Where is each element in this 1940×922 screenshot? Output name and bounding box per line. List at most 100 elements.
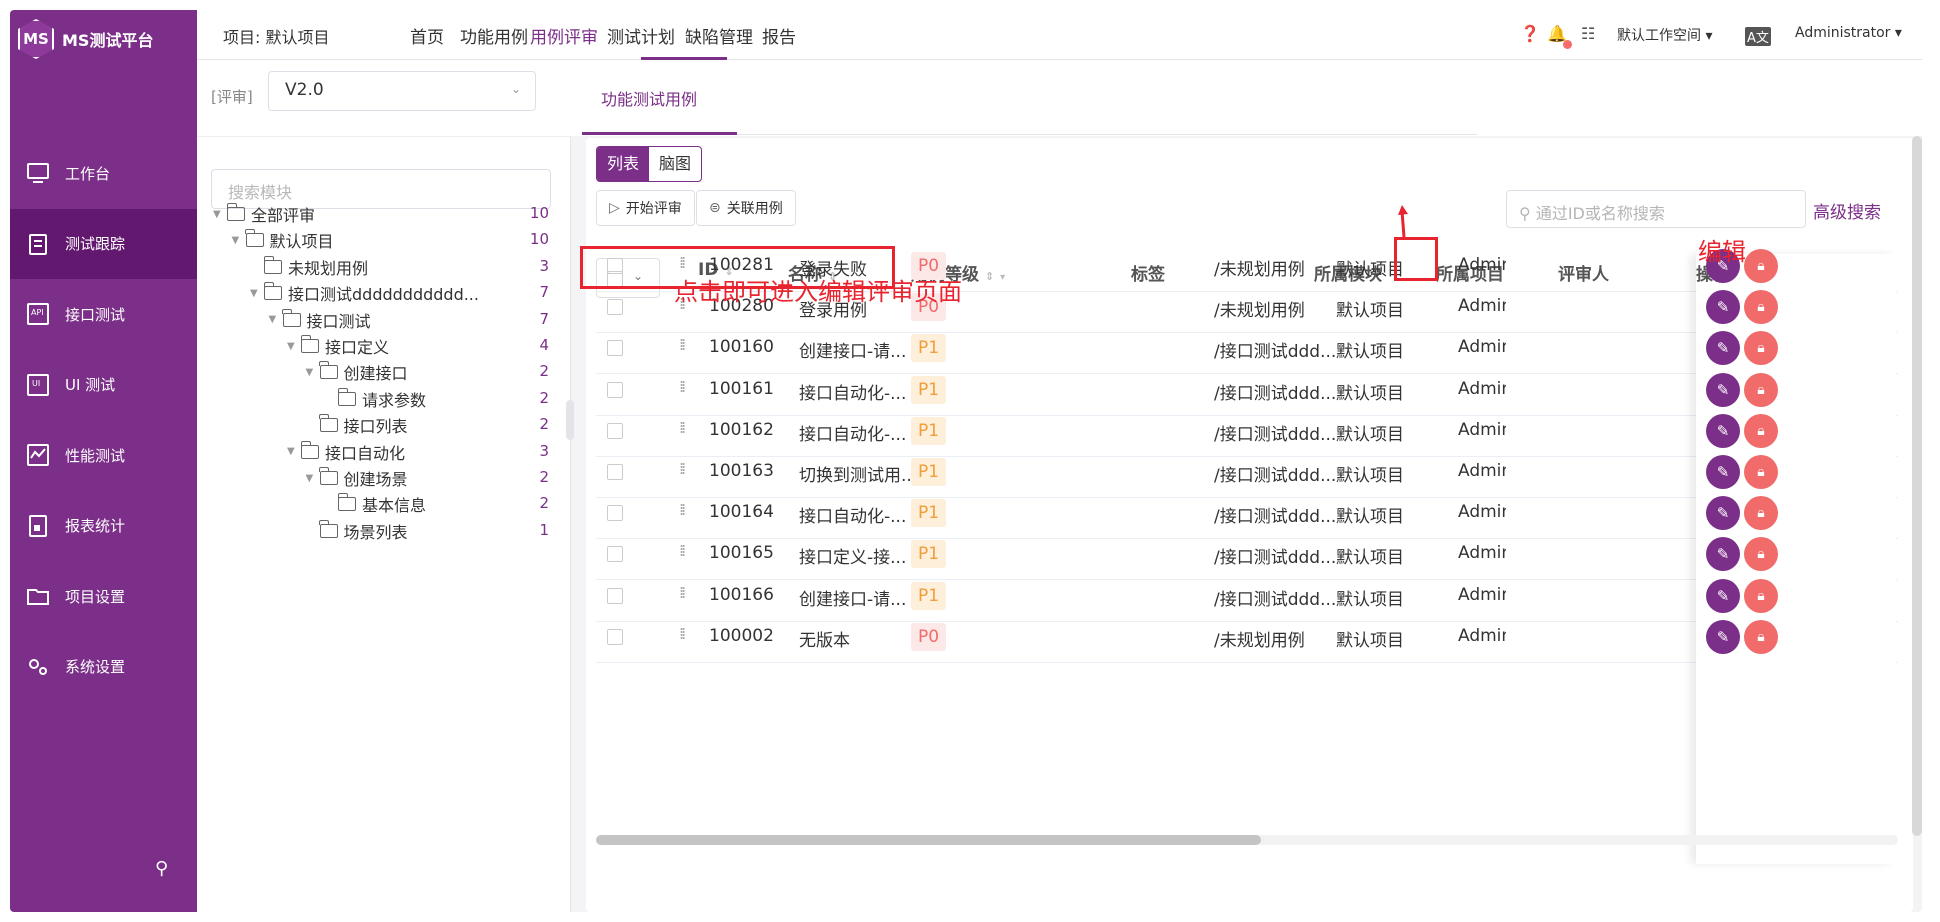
tree-node[interactable]: ▼ 接口测试ddddddddddd... xyxy=(250,280,479,306)
case-name[interactable]: 接口自动化-... xyxy=(799,502,919,527)
row-checkbox[interactable] xyxy=(607,422,623,439)
tree-node[interactable]: 基本信息 xyxy=(324,491,426,517)
workspace-selector[interactable]: 默认工作空间 ▾ xyxy=(1617,25,1712,45)
drag-handle-icon[interactable]: ⁞⁞ xyxy=(679,418,686,437)
top-nav-item[interactable]: 功能用例 xyxy=(460,23,528,48)
row-checkbox[interactable] xyxy=(607,546,623,563)
lock-button[interactable]: 🔒︎ xyxy=(1744,496,1778,531)
drag-handle-icon[interactable]: ⁞⁞ xyxy=(679,500,686,519)
edit-button[interactable]: ✎ xyxy=(1706,290,1740,325)
help-icon[interactable]: ❓ xyxy=(1520,24,1540,43)
caret-icon[interactable]: ▼ xyxy=(213,209,227,220)
case-name[interactable]: 接口自动化-... xyxy=(799,379,919,404)
edit-button[interactable]: ✎ xyxy=(1706,413,1740,448)
row-checkbox[interactable] xyxy=(607,464,623,480)
row-checkbox[interactable] xyxy=(607,628,623,645)
lock-button[interactable]: 🔒︎ xyxy=(1744,578,1778,613)
lock-button[interactable]: 🔒︎ xyxy=(1744,455,1778,489)
horizontal-scrollbar[interactable] xyxy=(596,835,1898,845)
drag-handle-icon[interactable]: ⁞⁞ xyxy=(679,541,686,560)
start-review-button[interactable]: ▷ 开始评审 xyxy=(596,190,695,226)
vertical-scrollbar[interactable] xyxy=(1912,136,1922,836)
lock-button[interactable]: 🔒︎ xyxy=(1744,413,1778,448)
top-nav-item[interactable]: 首页 xyxy=(410,23,444,48)
tree-node[interactable]: 请求参数 xyxy=(324,386,426,412)
edit-button[interactable]: ✎ xyxy=(1706,619,1740,654)
lock-button[interactable]: 🔒︎ xyxy=(1744,619,1778,654)
tree-node[interactable]: ▼ 默认项目 xyxy=(232,227,334,253)
caret-icon[interactable]: ▼ xyxy=(306,473,320,484)
top-nav-item[interactable]: 测试计划 xyxy=(607,23,675,48)
sidebar-item[interactable]: 报表统计 xyxy=(10,491,197,561)
lock-button[interactable]: 🔒︎ xyxy=(1744,331,1778,366)
drag-handle-icon[interactable]: ⁞⁞ xyxy=(679,624,686,643)
case-name[interactable]: 无版本 xyxy=(799,626,919,651)
edit-button[interactable]: ✎ xyxy=(1706,372,1740,407)
drag-handle-icon[interactable]: ⁞⁞ xyxy=(679,583,686,602)
row-checkbox[interactable] xyxy=(607,381,623,398)
drag-handle-icon[interactable]: ⁞⁞ xyxy=(679,377,686,396)
row-checkbox[interactable] xyxy=(607,587,623,604)
lock-button[interactable]: 🔒︎ xyxy=(1744,372,1778,407)
tree-node[interactable]: 场景列表 xyxy=(306,518,408,544)
lock-button[interactable]: 🔒︎ xyxy=(1744,537,1778,572)
relate-case-button[interactable]: ⊜ 关联用例 xyxy=(696,190,796,226)
sidebar-item[interactable]: 测试跟踪 xyxy=(10,208,197,279)
lock-button[interactable]: 🔒︎ xyxy=(1744,290,1778,325)
lock-button[interactable]: 🔒︎ xyxy=(1744,249,1778,283)
tree-node[interactable]: ▼ 创建场景 xyxy=(306,465,408,491)
user-menu[interactable]: Administrator ▾ xyxy=(1795,25,1902,41)
version-select[interactable]: V2.0 ⌄ xyxy=(268,71,536,111)
tree-node[interactable]: 未规划用例 xyxy=(250,254,368,280)
sidebar-item[interactable]: 性能测试 xyxy=(10,420,197,490)
tree-node[interactable]: ▼ 接口自动化 xyxy=(287,439,405,465)
panel-resize-handle[interactable] xyxy=(566,400,574,440)
tree-node[interactable]: ▼ 接口测试 xyxy=(269,307,371,333)
tree-node[interactable]: ▼ 接口定义 xyxy=(287,333,389,359)
case-name[interactable]: 接口自动化-... xyxy=(799,420,919,445)
case-search-input[interactable]: ⚲ 通过ID或名称搜索 xyxy=(1506,190,1806,228)
tab-functional-cases[interactable]: 功能测试用例 xyxy=(601,86,697,110)
task-list-icon[interactable]: ☷ xyxy=(1581,24,1595,43)
drag-handle-icon[interactable]: ⁞⁞ xyxy=(679,335,686,354)
pin-icon[interactable]: ⚲ xyxy=(155,858,168,879)
caret-icon[interactable]: ▼ xyxy=(287,446,301,457)
view-mind-button[interactable]: 脑图 xyxy=(649,147,701,181)
logo[interactable]: MS MS测试平台 xyxy=(18,16,153,62)
sidebar-item[interactable]: 工作台 xyxy=(10,138,197,208)
tree-node[interactable]: ▼ 全部评审 xyxy=(213,201,315,227)
edit-button[interactable]: ✎ xyxy=(1706,455,1740,489)
edit-button[interactable]: ✎ xyxy=(1706,578,1740,613)
caret-icon[interactable]: ▼ xyxy=(269,314,283,325)
sidebar-item[interactable]: 系统设置 xyxy=(10,632,197,702)
top-nav-item[interactable]: 报告 xyxy=(762,23,796,48)
sidebar-item[interactable]: 项目设置 xyxy=(10,561,197,631)
edit-button[interactable]: ✎ xyxy=(1706,331,1740,366)
caret-icon[interactable]: ▼ xyxy=(250,288,264,299)
project-selector[interactable]: 项目: 默认项目 xyxy=(223,24,329,48)
top-nav-item[interactable]: 用例评审 xyxy=(530,23,598,48)
case-name[interactable]: 切换到测试用... xyxy=(799,461,919,486)
caret-icon[interactable]: ▼ xyxy=(287,341,301,352)
sidebar-item[interactable]: UI UI 测试 xyxy=(10,350,197,420)
tree-node[interactable]: 接口列表 xyxy=(306,412,408,438)
scroll-thumb[interactable] xyxy=(596,835,1261,845)
caret-icon[interactable]: ▼ xyxy=(306,367,320,378)
row-checkbox[interactable] xyxy=(607,505,623,522)
advanced-search-link[interactable]: 高级搜索 xyxy=(1813,198,1881,223)
sidebar-item[interactable]: API 接口测试 xyxy=(10,279,197,349)
case-name[interactable]: 创建接口-请... xyxy=(799,337,919,362)
view-list-button[interactable]: 列表 xyxy=(597,147,650,181)
tree-node[interactable]: ▼ 创建接口 xyxy=(306,359,408,385)
caret-icon[interactable]: ▼ xyxy=(232,235,246,246)
case-name[interactable]: 接口定义-接... xyxy=(799,543,919,568)
row-checkbox[interactable] xyxy=(607,299,623,316)
drag-handle-icon[interactable]: ⁞⁞ xyxy=(679,459,686,478)
priority-badge: P1 xyxy=(911,416,947,445)
top-nav-item[interactable]: 缺陷管理 xyxy=(685,23,753,48)
edit-button[interactable]: ✎ xyxy=(1706,537,1740,572)
language-icon[interactable]: A文 xyxy=(1745,27,1771,46)
edit-button[interactable]: ✎ xyxy=(1706,496,1740,531)
row-checkbox[interactable] xyxy=(607,340,623,357)
case-name[interactable]: 创建接口-请... xyxy=(799,585,919,610)
